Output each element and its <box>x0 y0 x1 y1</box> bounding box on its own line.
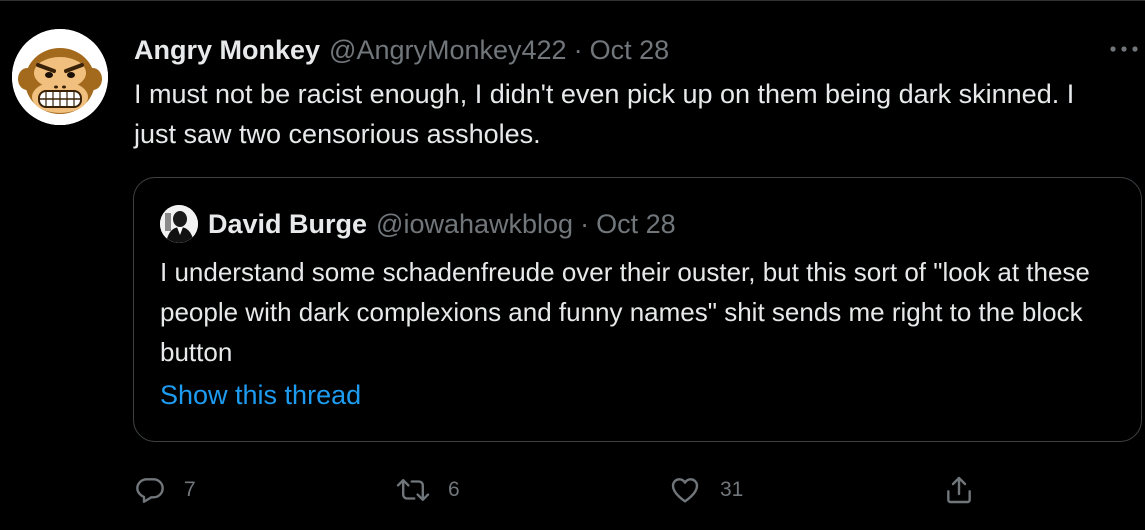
like-button[interactable]: 31 <box>668 468 743 512</box>
quoted-tweet-text: I understand some schadenfreude over the… <box>160 257 1090 367</box>
reply-icon <box>136 478 164 503</box>
tweet-text: I must not be racist enough, I didn't ev… <box>134 79 1075 149</box>
portrait-photo-icon <box>160 205 198 243</box>
tweet-date[interactable]: Oct 28 <box>590 35 670 66</box>
quoted-author-handle[interactable]: @iowahawkblog <box>376 209 573 240</box>
quoted-tweet-date[interactable]: Oct 28 <box>596 209 676 240</box>
quoted-author-avatar <box>160 205 198 243</box>
separator-dot: · <box>573 34 583 65</box>
share-button[interactable] <box>943 468 975 512</box>
author-avatar[interactable] <box>12 29 108 125</box>
like-count: 31 <box>720 478 744 501</box>
reply-count: 7 <box>184 478 196 501</box>
tweet-header: Angry Monkey @AngryMonkey422 · Oct 28 <box>134 30 669 70</box>
like-icon <box>671 478 699 503</box>
tweet-actions-bar: 7 6 31 <box>0 468 1145 512</box>
quoted-tweet-header: David Burge @iowahawkblog · Oct 28 <box>208 204 676 244</box>
more-options-button[interactable] <box>1107 36 1141 62</box>
author-name[interactable]: Angry Monkey <box>134 35 320 66</box>
retweet-count: 6 <box>448 478 460 501</box>
more-horizontal-icon <box>1110 46 1138 52</box>
show-thread-link[interactable]: Show this thread <box>160 380 361 411</box>
retweet-button[interactable]: 6 <box>396 468 460 512</box>
author-handle[interactable]: @AngryMonkey422 <box>329 35 567 66</box>
quoted-author-name[interactable]: David Burge <box>208 209 367 240</box>
reply-button[interactable]: 7 <box>134 468 196 512</box>
top-divider <box>0 0 1145 1</box>
share-icon <box>947 476 971 504</box>
retweet-icon <box>396 479 430 501</box>
quoted-tweet[interactable]: David Burge @iowahawkblog · Oct 28 I und… <box>133 177 1142 442</box>
angry-monkey-face-icon <box>12 29 108 125</box>
quoted-separator-dot: · <box>580 208 590 239</box>
